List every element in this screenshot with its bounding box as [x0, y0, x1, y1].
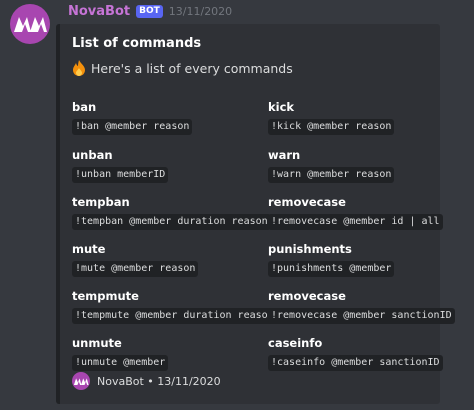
field-unmute: unmute !unmute @member: [72, 336, 169, 371]
field-value: !tempban @member duration reason: [72, 214, 271, 230]
field-value: !caseinfo @member sanctionID: [268, 355, 443, 371]
field-removecase-sanction: removecase !removecase @member sanctionI…: [268, 289, 455, 324]
field-value: !warn @member reason: [268, 167, 395, 183]
field-name: unban: [72, 148, 113, 162]
field-value: !mute @member reason: [72, 261, 199, 277]
field-name: tempban: [72, 195, 130, 209]
field-name: punishments: [268, 242, 352, 256]
nova-logo-icon: [73, 377, 89, 385]
embed-footer: NovaBot • 13/11/2020: [72, 372, 221, 390]
fire-icon: [73, 60, 85, 76]
embed-description-text: Here's a list of every commands: [91, 60, 293, 76]
field-kick: kick !kick @member reason: [268, 100, 395, 135]
field-name: caseinfo: [268, 336, 323, 350]
message-header: NovaBot BOT 13/11/2020: [68, 3, 232, 19]
field-tempmute: tempmute !tempmute @member duration reas…: [72, 289, 277, 324]
message-timestamp: 13/11/2020: [168, 4, 233, 18]
field-tempban: tempban !tempban @member duration reason: [72, 195, 271, 230]
field-name: removecase: [268, 195, 346, 209]
field-name: warn: [268, 148, 301, 162]
field-value: !kick @member reason: [268, 119, 395, 135]
field-name: tempmute: [72, 289, 139, 303]
nova-logo-icon: [14, 17, 47, 32]
field-name: unmute: [72, 336, 122, 350]
field-value: !unban memberID: [72, 167, 169, 183]
embed-description: Here's a list of every commands: [72, 60, 293, 76]
field-unban: unban !unban memberID: [72, 148, 169, 183]
field-caseinfo: caseinfo !caseinfo @member sanctionID: [268, 336, 443, 371]
bot-avatar[interactable]: [10, 4, 50, 44]
field-name: removecase: [268, 289, 346, 303]
field-value: !removecase @member sanctionID: [268, 308, 455, 324]
field-value: !unmute @member: [72, 355, 169, 371]
field-name: ban: [72, 100, 97, 114]
username[interactable]: NovaBot: [68, 4, 130, 19]
bot-tag-badge: BOT: [136, 4, 163, 18]
field-name: kick: [268, 100, 295, 114]
field-value: !tempmute @member duration reason: [72, 308, 277, 324]
footer-text: NovaBot • 13/11/2020: [97, 374, 221, 388]
embed-title: List of commands: [72, 36, 202, 51]
field-mute: mute !mute @member reason: [72, 242, 199, 277]
field-value: !ban @member reason: [72, 119, 193, 135]
footer-avatar: [72, 372, 90, 390]
field-removecase: removecase !removecase @member id | all: [268, 195, 443, 230]
field-warn: warn !warn @member reason: [268, 148, 395, 183]
field-name: mute: [72, 242, 106, 256]
command-list-embed: List of commands Here's a list of every …: [56, 24, 455, 404]
field-value: !removecase @member id | all: [268, 214, 443, 230]
field-value: !punishments @member: [268, 261, 395, 277]
field-ban: ban !ban @member reason: [72, 100, 193, 135]
field-punishments: punishments !punishments @member: [268, 242, 395, 277]
